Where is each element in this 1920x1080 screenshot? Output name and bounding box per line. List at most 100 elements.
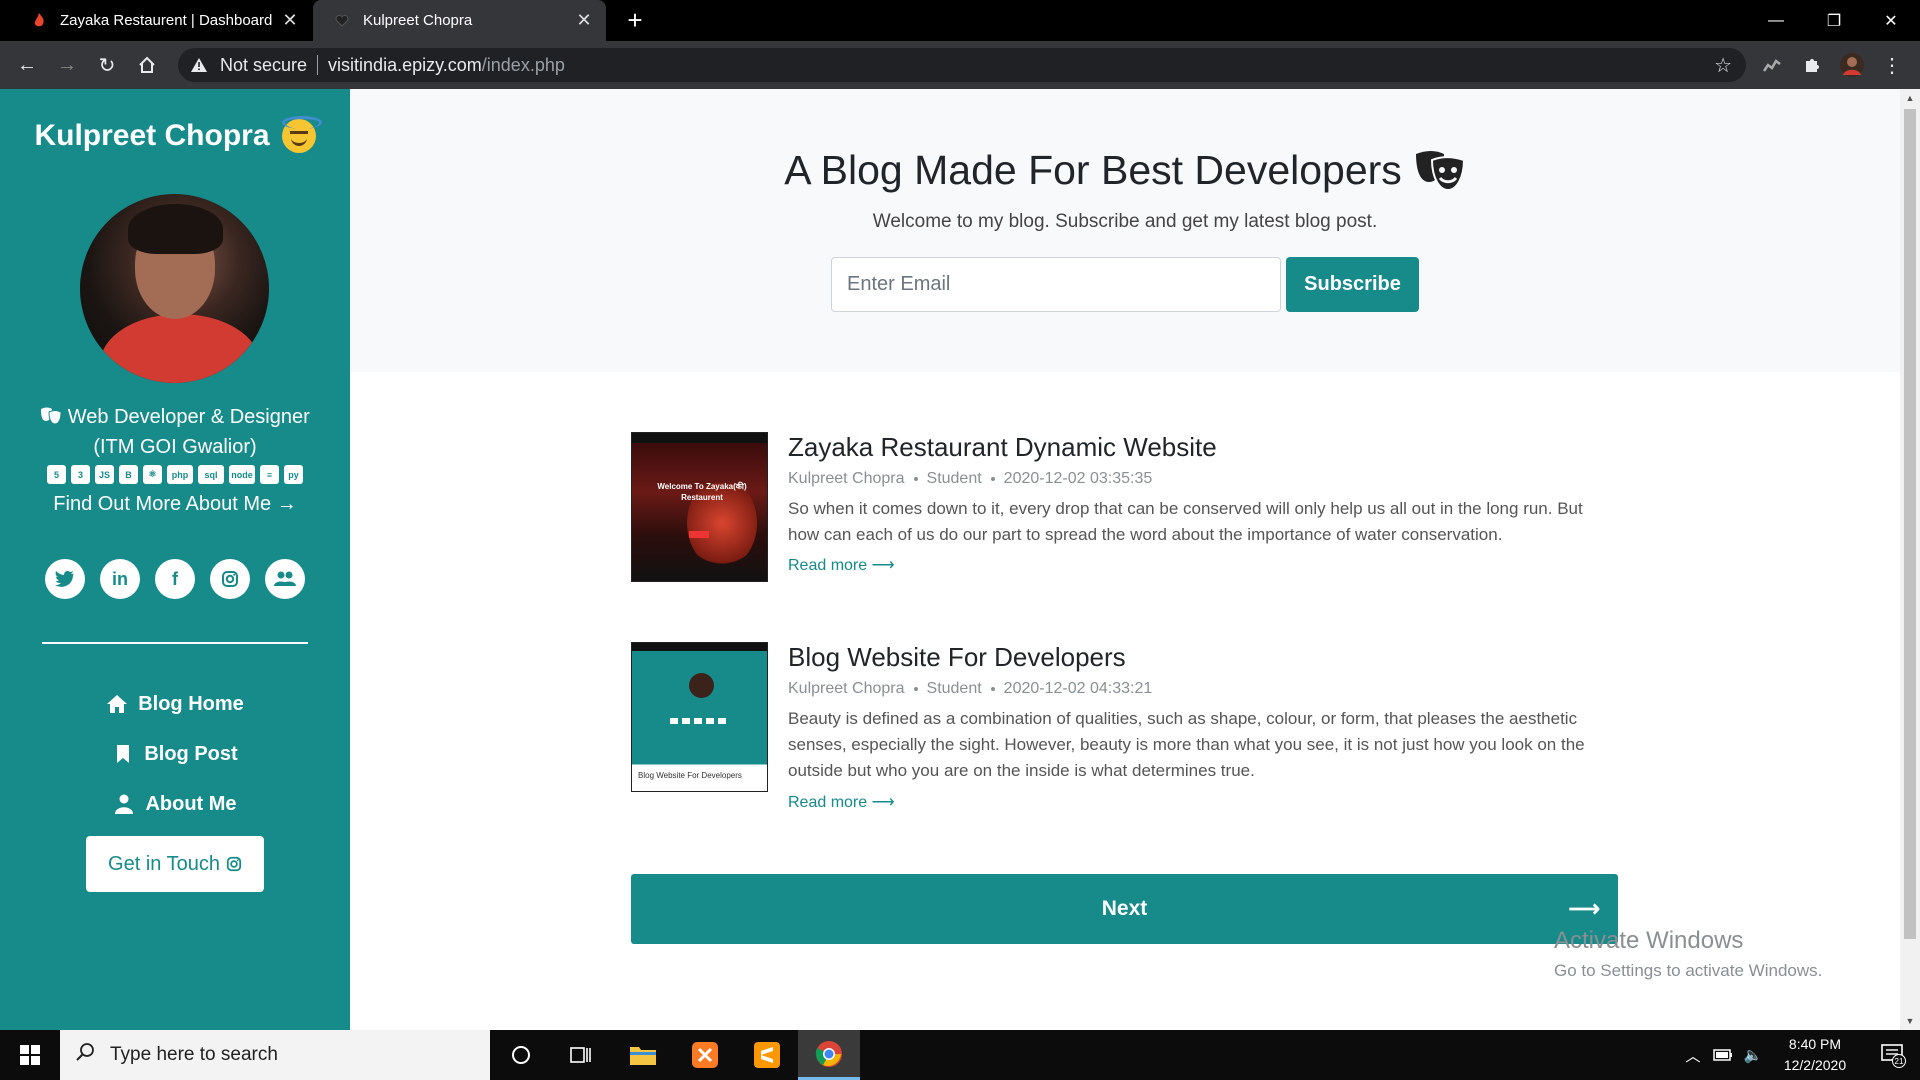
page-subtitle: Welcome to my blog. Subscribe and get my… xyxy=(872,211,1378,232)
read-more-link[interactable]: Read more ⟶ xyxy=(788,555,895,575)
sidebar-item-blog-post[interactable]: Blog Post xyxy=(0,729,350,779)
email-input[interactable] xyxy=(831,257,1281,312)
tab-kulpreet-chopra[interactable]: Kulpreet Chopra ✕ xyxy=(313,0,606,41)
post-meta: Kulpreet Chopra Student 2020-12-02 03:35:3… xyxy=(788,470,1153,487)
sublime-text-icon[interactable] xyxy=(736,1030,798,1080)
windows-start-icon[interactable] xyxy=(0,1030,60,1080)
arrow-right-icon: ⟶ xyxy=(1568,896,1600,921)
back-arrow-icon[interactable]: ← xyxy=(12,50,42,80)
warning-icon xyxy=(190,56,208,74)
theater-masks-icon xyxy=(1415,150,1465,191)
chrome-icon[interactable] xyxy=(798,1030,860,1080)
post-meta: Kulpreet Chopra Student 2020-12-02 04:33:2… xyxy=(788,680,1153,697)
extension-chart-icon[interactable] xyxy=(1757,50,1787,80)
profile-name: Kulpreet Chopra xyxy=(0,116,350,153)
profile-role: Web Developer & Designer (ITM GOI Gwalio… xyxy=(0,402,350,462)
extensions-puzzle-icon[interactable] xyxy=(1797,50,1827,80)
profile-avatar[interactable] xyxy=(1837,50,1867,80)
mysql-icon: sql xyxy=(198,465,224,484)
page-viewport: Kulpreet Chopra Web Developer & Designer… xyxy=(0,89,1900,1030)
heart-favicon-icon xyxy=(333,12,351,30)
taskbar-search-input[interactable]: Type here to search xyxy=(60,1030,490,1080)
twitter-icon[interactable] xyxy=(45,559,85,599)
volume-icon[interactable]: 🔈 xyxy=(1738,1030,1768,1080)
scrollbar-thumb[interactable] xyxy=(1904,109,1916,939)
tech-stack-icons: 5 3 JS B ⚛ php sql node ≡ py xyxy=(0,465,350,484)
python-icon: py xyxy=(284,465,303,484)
file-explorer-icon[interactable] xyxy=(612,1030,674,1080)
js-icon: JS xyxy=(95,465,114,484)
post-excerpt: Beauty is defined as a combination of qu… xyxy=(788,709,1585,780)
bookmark-star-icon[interactable]: ☆ xyxy=(1714,53,1732,78)
html5-icon: 5 xyxy=(47,465,66,484)
post-excerpt: So when it comes down to it, every drop … xyxy=(788,499,1583,544)
sidebar-item-label: Blog Home xyxy=(138,692,244,715)
css3-icon: 3 xyxy=(71,465,90,484)
facebook-icon[interactable]: f xyxy=(155,559,195,599)
restore-icon[interactable]: ❐ xyxy=(1805,0,1863,41)
php-icon: php xyxy=(167,465,193,484)
database-icon: ≡ xyxy=(260,465,279,484)
users-icon[interactable] xyxy=(265,559,305,599)
sidebar-nav: Blog Home Blog Post About Me xyxy=(0,679,350,829)
next-page-button[interactable]: Next ⟶ xyxy=(631,874,1618,944)
taskbar-clock[interactable]: 8:40 PM 12/2/2020 xyxy=(1765,1034,1865,1076)
scroll-down-icon[interactable]: ▼ xyxy=(1900,1012,1920,1030)
task-view-icon[interactable] xyxy=(550,1030,612,1080)
search-icon xyxy=(60,1042,110,1068)
close-icon[interactable]: ✕ xyxy=(280,10,300,31)
minimize-icon[interactable]: — xyxy=(1747,0,1805,41)
reload-icon[interactable]: ↻ xyxy=(92,50,122,80)
post-thumbnail[interactable]: Welcome To Zayaka(की) Restaurent xyxy=(631,432,768,582)
tray-chevron-up-icon[interactable]: ︿ xyxy=(1678,1030,1708,1080)
read-more-link[interactable]: Read more ⟶ xyxy=(788,792,895,812)
xampp-icon[interactable] xyxy=(674,1030,736,1080)
security-label: Not secure xyxy=(220,54,308,75)
bookmark-icon xyxy=(112,743,134,765)
battery-icon[interactable] xyxy=(1708,1030,1738,1080)
sidebar-item-label: Blog Post xyxy=(144,742,238,765)
windows-taskbar: Type here to search ︿ 🔈 8:40 PM 12/2/202… xyxy=(0,1030,1920,1080)
instagram-icon[interactable] xyxy=(210,559,250,599)
sidebar: Kulpreet Chopra Web Developer & Designer… xyxy=(0,89,350,1030)
profile-photo xyxy=(80,194,269,383)
react-icon: ⚛ xyxy=(143,465,162,484)
tab-title: Kulpreet Chopra xyxy=(363,12,473,29)
window-close-icon[interactable]: ✕ xyxy=(1862,0,1920,41)
cortana-icon[interactable] xyxy=(490,1030,552,1080)
page-scrollbar[interactable]: ▲ ▼ xyxy=(1900,89,1920,1030)
sidebar-item-about-me[interactable]: About Me xyxy=(0,779,350,829)
home-icon xyxy=(106,693,128,715)
user-icon xyxy=(113,793,135,815)
notification-count: 21 xyxy=(1895,1057,1904,1066)
close-icon[interactable]: ✕ xyxy=(574,10,594,31)
page-title: A Blog Made For Best Developers xyxy=(350,147,1900,194)
scroll-up-icon[interactable]: ▲ xyxy=(1900,89,1920,107)
sidebar-item-blog-home[interactable]: Blog Home xyxy=(0,679,350,729)
address-bar[interactable]: Not secure visitindia.epizy.com/index.ph… xyxy=(178,48,1746,82)
home-icon[interactable] xyxy=(132,50,162,80)
browser-toolbar: ← → ↻ Not secure visitindia.epizy.com/in… xyxy=(0,41,1920,89)
tab-title: Zayaka Restaurent | Dashboard xyxy=(60,12,273,29)
subscribe-button[interactable]: Subscribe xyxy=(1286,257,1419,312)
post-thumbnail[interactable]: Blog Website For Developers xyxy=(631,642,768,792)
node-icon: node xyxy=(229,465,255,484)
tab-zayaka-dashboard[interactable]: Zayaka Restaurent | Dashboard ✕ xyxy=(10,0,312,41)
bootstrap-icon: B xyxy=(119,465,138,484)
sidebar-divider xyxy=(42,642,308,644)
sidebar-item-label: About Me xyxy=(145,792,237,815)
menu-kebab-icon[interactable]: ⋮ xyxy=(1877,50,1907,80)
url-path: /index.php xyxy=(481,54,565,75)
forward-arrow-icon[interactable]: → xyxy=(52,50,82,80)
activate-windows-watermark: Activate Windows Go to Settings to activ… xyxy=(1554,927,1823,980)
browser-tab-bar: Zayaka Restaurent | Dashboard ✕ Kulpreet… xyxy=(0,0,1920,41)
smiling-halo-emoji-icon xyxy=(281,116,322,153)
find-out-more-link[interactable]: Find Out More About Me → xyxy=(0,493,350,516)
get-in-touch-button[interactable]: Get in Touch xyxy=(86,836,264,892)
linkedin-icon[interactable]: in xyxy=(100,559,140,599)
notifications-icon[interactable]: 21 xyxy=(1866,1030,1920,1080)
post-title[interactable]: Zayaka Restaurant Dynamic Website xyxy=(788,432,1217,463)
new-tab-button[interactable]: + xyxy=(620,6,650,36)
post-title[interactable]: Blog Website For Developers xyxy=(788,642,1126,673)
theater-masks-icon xyxy=(41,407,62,425)
